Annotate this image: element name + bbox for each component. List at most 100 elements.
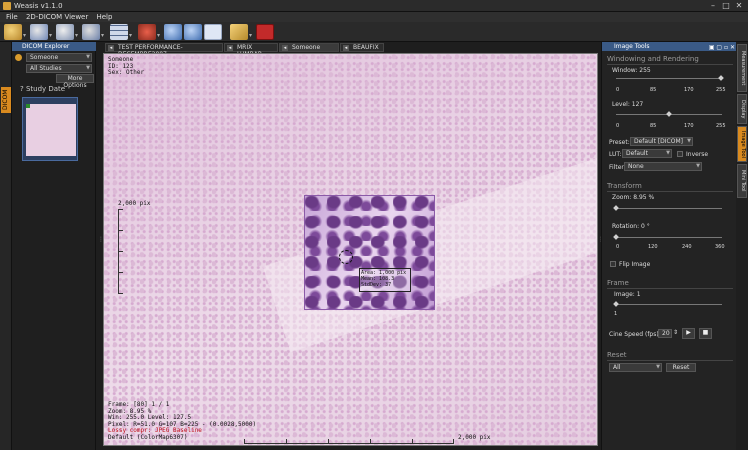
- tick-label: 1: [614, 311, 618, 317]
- level-slider-thumb[interactable]: [666, 111, 672, 117]
- tick-label: 85: [650, 123, 657, 129]
- inverse-label: Inverse: [686, 151, 709, 158]
- image-viewer[interactable]: Someone ID: 123 Sex: Other 2,000 pix Are…: [103, 53, 598, 446]
- explorer-title: DICOM Explorer: [12, 42, 96, 51]
- menu-file[interactable]: File: [6, 12, 18, 22]
- image-tools-panel: Image Tools ▣ ▢ ▫ ✕ Windowing and Render…: [601, 42, 737, 450]
- magnifier-lens[interactable]: Area: 1,000 pix Mean: 108.3 StdDev: 37: [304, 195, 435, 310]
- preset-select[interactable]: Default [DICOM] ▼: [630, 137, 693, 146]
- minimize-button[interactable]: –: [708, 1, 718, 11]
- delete-icon[interactable]: [256, 24, 274, 40]
- import-icon[interactable]: [30, 24, 48, 40]
- tab-icon: ◂: [227, 45, 233, 51]
- reset-select[interactable]: All ▼: [609, 363, 662, 372]
- roi-ellipse[interactable]: [339, 250, 353, 264]
- chevron-down-icon[interactable]: ▾: [101, 32, 104, 39]
- filter-select[interactable]: None ▼: [624, 162, 702, 171]
- tab-someone[interactable]: ◂ Someone: [279, 43, 339, 52]
- patient-select[interactable]: Someone ▼: [26, 53, 92, 62]
- zoom-window-icon[interactable]: [204, 24, 222, 40]
- menu-2d-dicom-viewer[interactable]: 2D-DICOM Viewer: [26, 12, 88, 22]
- image-label: Image: 1: [614, 291, 641, 298]
- studies-select[interactable]: All Studies ▼: [26, 64, 92, 73]
- frame-section-title: Frame: [607, 279, 629, 287]
- tick-label: 240: [682, 244, 692, 250]
- tab-mrix-lumbar[interactable]: ◂MRIX LUMBAR: [224, 43, 278, 58]
- tick-label: 255: [716, 87, 726, 93]
- tab-image-tool[interactable]: Image Tool: [737, 126, 747, 162]
- window-title: Weasis v1.1.0: [14, 2, 63, 10]
- open-icon[interactable]: [4, 24, 22, 40]
- tab-measurement[interactable]: Measurement: [737, 44, 747, 92]
- panel-controls-icon[interactable]: ▣ ▢ ▫ ✕: [709, 43, 735, 52]
- overlay-top-left: Someone ID: 123 Sex: Other: [108, 56, 145, 76]
- settings-icon[interactable]: [82, 24, 100, 40]
- chevron-down-icon[interactable]: ▾: [23, 32, 26, 39]
- more-options-button[interactable]: More Options: [56, 74, 94, 89]
- rotation-slider-thumb[interactable]: [613, 234, 619, 240]
- cine-speed-label: Cine Speed (fps):: [609, 331, 661, 338]
- left-tab-strip: DICOM: [0, 42, 12, 450]
- ruler-vertical: [118, 209, 124, 294]
- tab-mini-tool[interactable]: Mini Tool: [737, 164, 747, 198]
- play-button[interactable]: ▶: [682, 328, 695, 339]
- zoom-slider[interactable]: [616, 208, 722, 209]
- measure-icon[interactable]: [230, 24, 248, 40]
- chevron-down-icon[interactable]: ▾: [129, 32, 132, 39]
- export-icon[interactable]: [56, 24, 74, 40]
- tick-label: 0: [616, 123, 620, 129]
- spinner-arrows-icon[interactable]: ⇕: [673, 329, 678, 336]
- divider: [607, 360, 733, 361]
- chevron-down-icon[interactable]: ▾: [157, 32, 160, 39]
- rotation-slider[interactable]: [616, 237, 722, 238]
- ruler-horizontal: [244, 439, 454, 444]
- window-slider-thumb[interactable]: [718, 75, 724, 81]
- menu-help[interactable]: Help: [96, 12, 112, 22]
- close-button[interactable]: ✕: [734, 1, 744, 11]
- synchronize-icon[interactable]: [138, 24, 156, 40]
- zoom-in-icon[interactable]: [164, 24, 182, 40]
- rotation-label: Rotation: 0 °: [612, 223, 650, 230]
- tab-test-performance[interactable]: ◂TEST PERFORMANCE-DECEMBRE2007: [105, 43, 223, 58]
- chevron-down-icon: ▼: [86, 65, 90, 71]
- divider: [607, 288, 733, 289]
- window-slider[interactable]: [616, 78, 722, 79]
- tick-label: 85: [650, 87, 657, 93]
- app-icon: [3, 2, 11, 10]
- stop-button[interactable]: ■: [699, 328, 712, 339]
- maximize-button[interactable]: □: [721, 1, 731, 11]
- tab-display[interactable]: Display: [737, 94, 747, 124]
- level-label: Level: 127: [612, 101, 644, 108]
- dicom-explorer-panel: DICOM Explorer Someone ▼ All Studies ▼ Mor…: [12, 42, 96, 450]
- layout-grid-icon[interactable]: [110, 24, 128, 40]
- chevron-down-icon[interactable]: ▾: [49, 32, 52, 39]
- chevron-down-icon: ▼: [687, 138, 691, 144]
- zoom-slider-thumb[interactable]: [613, 205, 619, 211]
- cine-speed-input[interactable]: 20: [658, 329, 672, 338]
- chevron-down-icon[interactable]: ▾: [249, 32, 252, 39]
- viewer-tabs: ◂TEST PERFORMANCE-DECEMBRE2007 ◂MRIX LUM…: [103, 42, 598, 58]
- series-thumbnail[interactable]: [22, 97, 78, 161]
- flip-image-checkbox[interactable]: [610, 261, 616, 267]
- status-dot-icon: [26, 104, 30, 108]
- tab-dicom[interactable]: DICOM: [1, 87, 11, 113]
- lut-select[interactable]: Default ▼: [622, 149, 672, 158]
- chevron-down-icon: ▼: [666, 150, 670, 156]
- tick-label: 360: [715, 244, 725, 250]
- zoom-out-icon[interactable]: [184, 24, 202, 40]
- roi-stats: Area: 1,000 pix Mean: 108.3 StdDev: 37: [361, 270, 407, 288]
- tab-icon: ◂: [343, 45, 349, 51]
- inverse-checkbox[interactable]: [677, 151, 683, 157]
- frame-slider-thumb[interactable]: [613, 301, 619, 307]
- frame-slider[interactable]: [616, 304, 722, 305]
- right-tab-strip: Measurement Display Image Tool Mini Tool: [736, 42, 748, 450]
- tab-icon: ◂: [108, 45, 114, 51]
- chevron-down-icon[interactable]: ▾: [75, 32, 78, 39]
- splitter-grip-icon[interactable]: ⋮: [98, 237, 104, 246]
- tab-beaufix[interactable]: ◂ BEAUFIX: [340, 43, 384, 52]
- reset-button[interactable]: Reset: [666, 363, 696, 372]
- tick-label: 255: [716, 123, 726, 129]
- ruler-vertical-label: 2,000 pix: [118, 200, 151, 207]
- study-date-header[interactable]: ? Study Date: [20, 85, 65, 93]
- menu-bar: File 2D-DICOM Viewer Help: [0, 12, 748, 22]
